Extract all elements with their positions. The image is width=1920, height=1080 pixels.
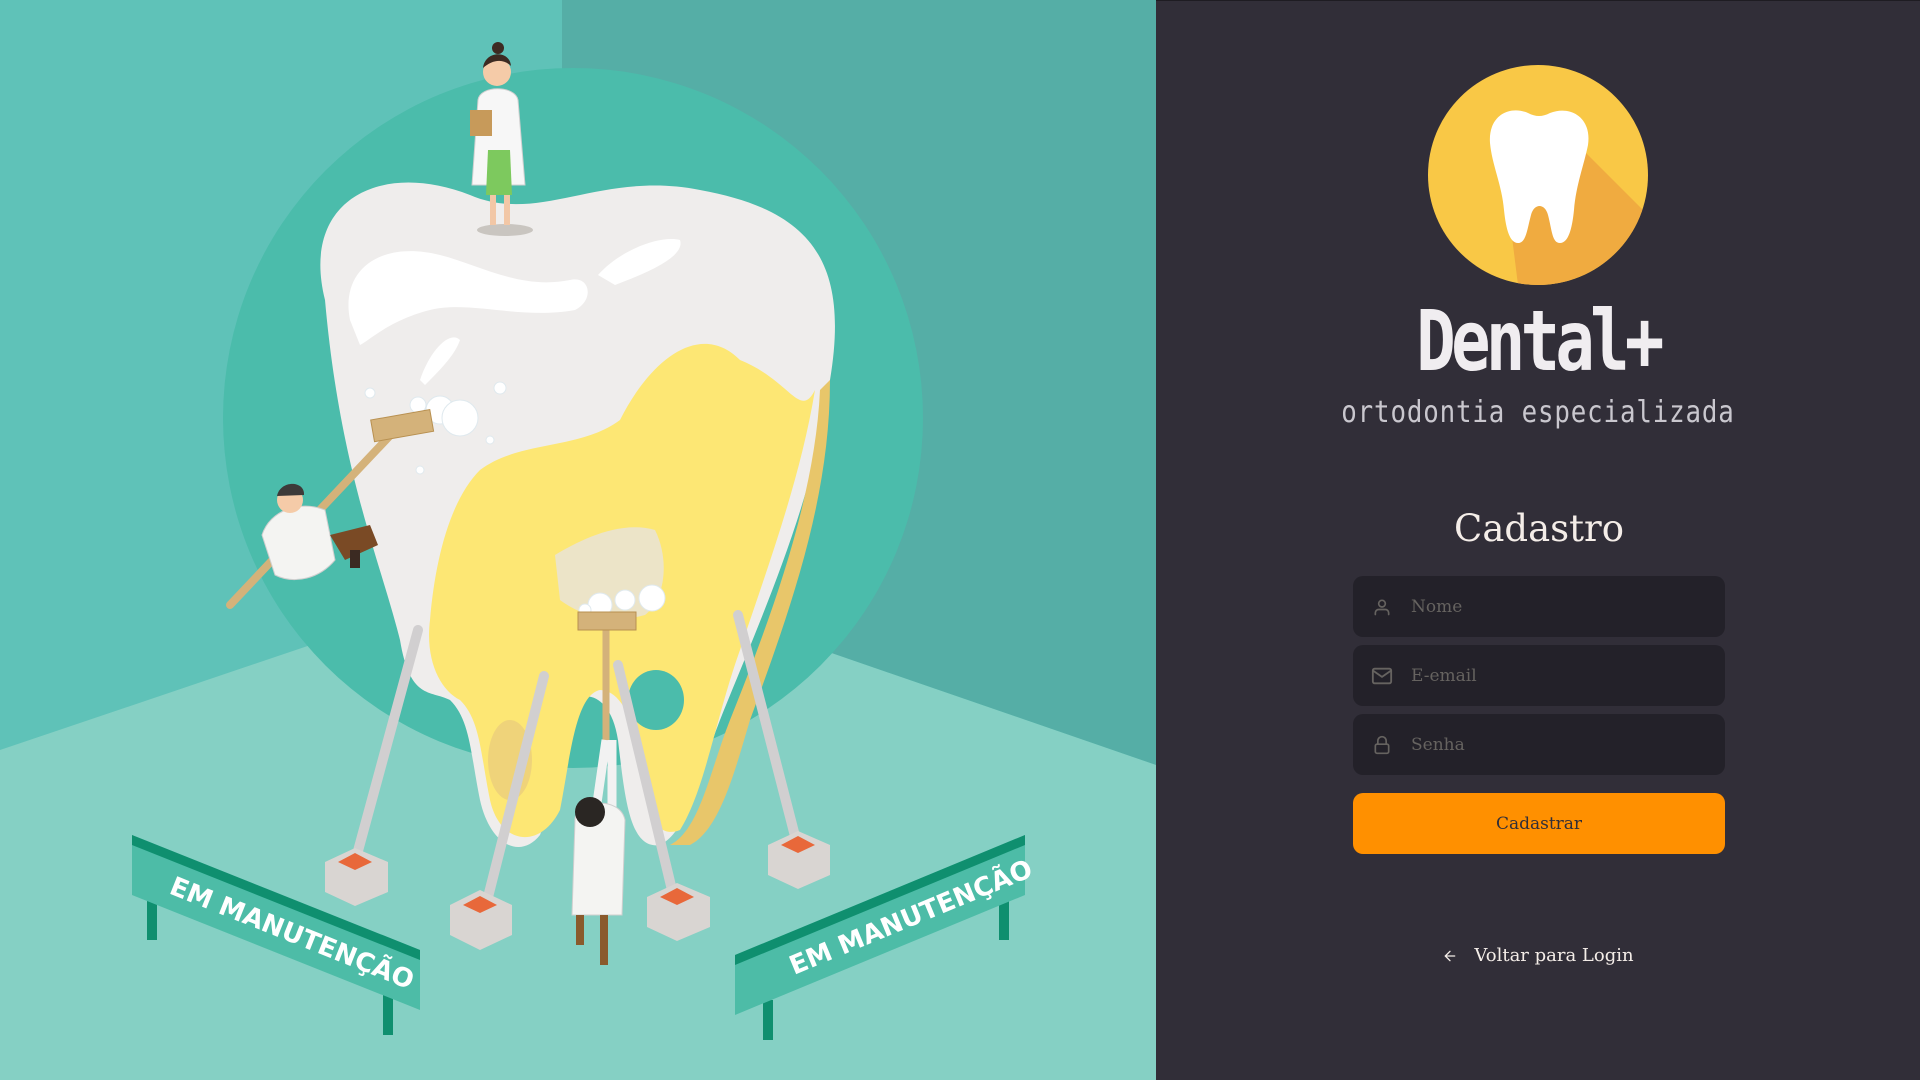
register-button[interactable]: Cadastrar	[1353, 793, 1725, 854]
back-to-login-link[interactable]: Voltar para Login	[1156, 945, 1920, 966]
lock-icon	[1371, 734, 1393, 756]
brand-tagline: ortodontia especializada	[1341, 395, 1735, 430]
arrow-left-icon	[1442, 948, 1458, 964]
mail-icon	[1371, 665, 1393, 687]
tooth-icon	[1428, 65, 1648, 285]
signup-form: Cadastro Cadastrar	[1353, 507, 1725, 854]
page-title: Cadastro	[1454, 507, 1624, 550]
name-field[interactable]	[1353, 576, 1725, 637]
email-field[interactable]	[1353, 645, 1725, 706]
email-input[interactable]	[1411, 665, 1711, 686]
signup-panel: Dental+ ortodontia especializada Cadastr…	[1156, 0, 1920, 1080]
brand-name: Dental+	[1416, 292, 1664, 390]
back-to-login-label: Voltar para Login	[1474, 945, 1634, 966]
name-input[interactable]	[1411, 596, 1711, 617]
brand-logo: Dental+ ortodontia especializada	[1156, 65, 1920, 430]
hero-illustration: EM MANUTENÇÃO EM MANUTENÇÃO	[0, 0, 1156, 1080]
maintenance-tooth-illustration: EM MANUTENÇÃO EM MANUTENÇÃO	[0, 0, 1156, 1080]
password-field[interactable]	[1353, 714, 1725, 775]
user-icon	[1371, 596, 1393, 618]
password-input[interactable]	[1411, 734, 1711, 755]
